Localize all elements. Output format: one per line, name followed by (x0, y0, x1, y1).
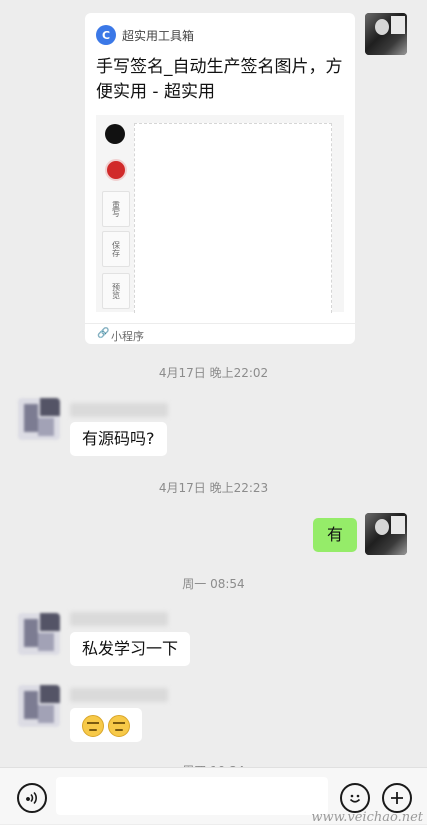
card-header: C 超实用工具箱 (96, 24, 194, 46)
rewrite-tool: 重写 (102, 191, 130, 227)
emoji-button[interactable] (340, 783, 370, 813)
mini-program-card[interactable]: C 超实用工具箱 手写签名_自动生产签名图片，方便实用 - 超实用 重写 保存 … (85, 13, 355, 344)
voice-icon[interactable] (17, 783, 47, 813)
emoji-icon (108, 715, 130, 737)
card-title: 手写签名_自动生产签名图片，方便实用 - 超实用 (96, 57, 343, 102)
signature-canvas (134, 123, 332, 313)
timestamp: 4月17日 晚上22:23 (158, 481, 269, 495)
chat-input-bar: www.veichao.net (0, 767, 427, 825)
my-avatar[interactable] (365, 513, 407, 555)
message-bubble[interactable]: 私发学习一下 (70, 632, 191, 666)
my-avatar[interactable] (365, 13, 407, 55)
contact-name-blurred (70, 688, 168, 702)
contact-avatar[interactable] (18, 685, 60, 727)
emoji-message-bubble[interactable] (70, 708, 142, 742)
app-logo-icon: C (96, 25, 116, 45)
emoji-icon (82, 715, 104, 737)
preview-tool: 预览 (102, 273, 130, 309)
app-name: 超实用工具箱 (122, 28, 195, 43)
message-input[interactable] (56, 777, 328, 815)
contact-avatar[interactable] (18, 613, 60, 655)
mini-program-label: 小程序 (111, 330, 144, 343)
message-bubble[interactable]: 有源码吗? (70, 422, 167, 456)
plus-icon[interactable] (382, 783, 412, 813)
contact-avatar[interactable] (18, 398, 60, 440)
save-tool: 保存 (102, 231, 130, 267)
link-icon: 🔗 (97, 328, 110, 339)
timestamp: 周一 08:54 (182, 577, 245, 591)
timestamp: 4月17日 晚上22:02 (158, 366, 269, 380)
signature-preview: 重写 保存 预览 (96, 115, 344, 313)
color-black-dot (105, 124, 125, 144)
contact-name-blurred (70, 612, 168, 626)
message-bubble-outgoing[interactable]: 有 (313, 518, 358, 552)
card-footer: 🔗 小程序 (85, 323, 355, 344)
contact-name-blurred (70, 403, 168, 417)
color-red-dot (105, 159, 127, 181)
